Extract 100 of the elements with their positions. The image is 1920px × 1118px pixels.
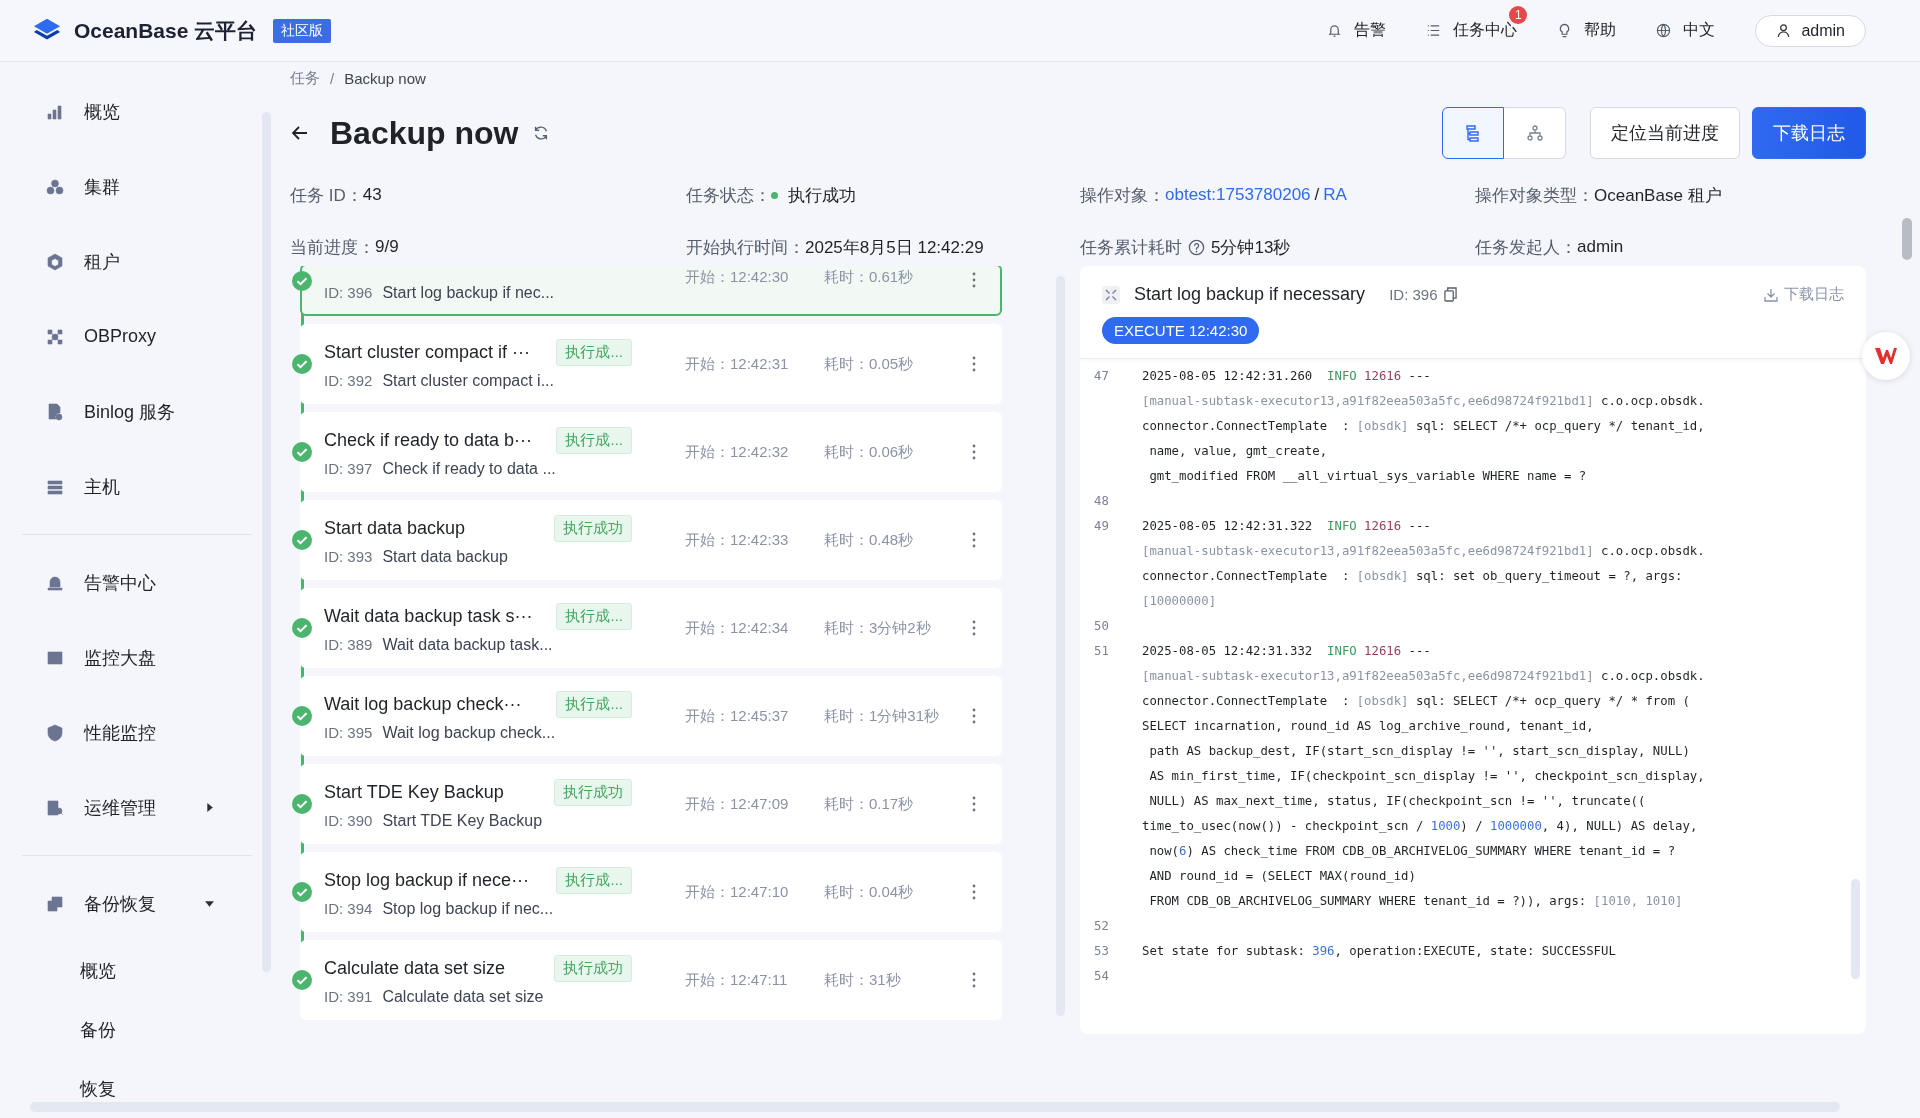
sidebar-item[interactable]: 性能监控 (0, 695, 230, 770)
scrollbar[interactable] (1902, 218, 1912, 260)
task-id: ID: 395 (324, 723, 373, 742)
task-id: ID: 394 (324, 899, 373, 918)
task-description: Start data backup (382, 547, 508, 566)
start-time: 开始：12:42:33 (685, 530, 790, 550)
locate-progress-button[interactable]: 定位当前进度 (1590, 107, 1740, 159)
start-time: 开始：12:42:32 (685, 442, 790, 462)
start-time: 开始：12:47:10 (685, 882, 790, 902)
duration: 耗时：31秒 (824, 970, 902, 990)
more-icon (972, 620, 976, 636)
log-text: 2025-08-05 12:42:31.332 INFO 12616 --- (1142, 643, 1432, 660)
field-value: 5分钟13秒 (1211, 236, 1291, 259)
task-id: ID: 393 (324, 547, 373, 566)
sidebar-item[interactable]: 监控大盘 (0, 620, 230, 695)
scrollbar[interactable] (1851, 879, 1860, 979)
log-text: time_to_usec(now()) - checkpoint_scn / 1000) / 1000000, 4), NULL) AS delay, (1142, 818, 1699, 835)
task-description: Stop log backup if nec... (382, 899, 554, 918)
sidebar-item[interactable]: 集群 (0, 149, 230, 224)
field-label: 任务 ID： (290, 184, 363, 207)
duration: 耗时：0.05秒 (824, 354, 915, 374)
user-icon (1776, 23, 1792, 38)
start-time: 开始：12:42:34 (685, 618, 790, 638)
status-tag: 执行成... (556, 338, 632, 366)
task-description: Start cluster compact i... (382, 371, 554, 390)
task-description: Start log backup if nec... (382, 284, 555, 302)
sidebar-subitem[interactable]: 恢复 (0, 1059, 116, 1118)
log-text: 2025-08-05 12:42:31.260 INFO 12616 --- (1142, 368, 1432, 385)
notification-badge: 1 (1509, 6, 1528, 24)
task-card[interactable]: Start data backup 执行成功 ID: 393 Start data backup 开始：12:42:33 耗时：0.48秒 (300, 500, 1002, 580)
download-log-button[interactable]: 下载日志 (1752, 107, 1866, 159)
sidebar-item[interactable]: 租户 (0, 224, 230, 299)
user-menu[interactable]: admin (1755, 14, 1866, 47)
task-card[interactable]: Stop log backup if nece··· 执行成... ID: 394 Stop log backup if nec... 开始：12:47:10 耗时：0.04秒 (300, 852, 1002, 932)
log-text: [manual-subtask-executor13,a91f82eea503a5fc,ee6d98724f921bd1] c.o.ocp.obsdk. (1142, 668, 1705, 685)
duration: 耗时：0.17秒 (824, 794, 915, 814)
page-title: Backup now (330, 114, 519, 152)
product-name: OceanBase 云平台 (74, 17, 258, 44)
task-id: ID: 396 (324, 284, 373, 302)
help-icon[interactable] (1188, 238, 1205, 256)
task-title: Start cluster compact if ··· (324, 341, 531, 363)
sidebar-item[interactable]: 备份恢复 (0, 866, 230, 941)
object-link[interactable]: RA (1323, 185, 1347, 205)
log-text: [manual-subtask-executor13,a91f82eea503a5fc,ee6d98724f921bd1] c.o.ocp.obsdk. (1142, 543, 1705, 560)
log-text: path AS backup_dest, IF(start_scn_display != '', start_scn_display, NULL) (1148, 743, 1691, 760)
sidebar-item[interactable]: 运维管理 (0, 770, 230, 845)
task-card[interactable]: Wait log backup check··· 执行成... ID: 395 Wait log backup check... 开始：12:45:37 耗时：1分钟31秒 (300, 676, 1002, 756)
breadcrumb-item[interactable]: 任务 (290, 68, 320, 88)
more-icon (972, 356, 976, 372)
field-label: 任务累计耗时 (1080, 236, 1182, 259)
sidebar-item[interactable]: 概览 (0, 74, 230, 149)
check-icon (291, 529, 313, 551)
field-label: 任务发起人： (1475, 236, 1577, 259)
task-title: Check if ready to data b··· (324, 429, 533, 451)
duration: 耗时：0.61秒 (824, 268, 915, 287)
task-card[interactable]: ID: 396 Start log backup if nec... 开始：12:42:30 耗时：0.61秒 (300, 266, 1002, 316)
status-tag: 执行成... (556, 602, 632, 630)
sidebar-item[interactable]: Binlog 服务 (0, 374, 230, 449)
object-link[interactable]: obtest:1753780206 (1165, 185, 1311, 205)
task-card[interactable]: Check if ready to data b··· 执行成... ID: 397 Check if ready to data ... 开始：12:42:32 耗时：0.06秒 (300, 412, 1002, 492)
line-number: 53 (1094, 943, 1110, 960)
task-card[interactable]: Calculate data set size 执行成功 ID: 391 Calculate data set size 开始：12:47:11 耗时：31秒 (300, 940, 1002, 1020)
check-icon (291, 353, 313, 375)
field-value: OceanBase 租户 (1594, 184, 1722, 207)
task-card[interactable]: Start TDE Key Backup 执行成功 ID: 390 Start TDE Key Backup 开始：12:47:09 耗时：0.17秒 (300, 764, 1002, 844)
log-text: [manual-subtask-executor13,a91f82eea503a5fc,ee6d98724f921bd1] c.o.ocp.obsdk. (1142, 393, 1705, 410)
field-value: 43 (362, 185, 382, 205)
task-card[interactable]: Start cluster compact if ··· 执行成... ID: 392 Start cluster compact i... 开始：12:42:31 耗时：0.05秒 (300, 324, 1002, 404)
sidebar-subitem[interactable]: 概览 (0, 941, 116, 1000)
download-icon (1764, 287, 1778, 302)
list-view-button[interactable] (1442, 107, 1504, 159)
sidebar-item[interactable]: 主机 (0, 449, 230, 524)
nav-item[interactable]: 中文 (1656, 20, 1716, 41)
duration: 耗时：0.06秒 (824, 442, 915, 462)
task-card[interactable]: Wait data backup task s··· 执行成... ID: 389 Wait data backup task... 开始：12:42:34 耗时：3分钟2秒 (300, 588, 1002, 668)
extension-button[interactable] (1862, 332, 1910, 380)
check-icon (291, 617, 313, 639)
log-text: [10000000] (1142, 593, 1218, 610)
more-icon (972, 884, 976, 900)
start-time: 开始：12:47:11 (685, 970, 789, 990)
log-text: AS min_first_time, IF(checkpoint_scn_display != '', checkpoint_scn_display, (1148, 768, 1705, 785)
task-title: Wait log backup check··· (324, 693, 522, 715)
sidebar-item[interactable]: 告警中心 (0, 545, 230, 620)
line-number: 52 (1094, 918, 1110, 935)
duration: 耗时：1分钟31秒 (824, 706, 941, 726)
edition-tag: 社区版 (273, 18, 332, 43)
log-text: connector.ConnectTemplate : [obsdk] sql: set ob_query_timeout = ?, args: (1142, 568, 1684, 585)
task-id: ID: 392 (324, 371, 373, 390)
task-description: Wait log backup check... (382, 723, 556, 742)
field-label: 操作对象类型： (1475, 184, 1594, 207)
collapse-icon[interactable] (1102, 285, 1120, 304)
nav-item[interactable]: 告警 (1327, 20, 1387, 41)
more-icon (972, 272, 976, 288)
copy-icon[interactable] (1443, 287, 1457, 302)
globe-icon (1656, 23, 1672, 38)
execution-tag: EXECUTE 12:42:30 (1102, 317, 1260, 344)
nav-item[interactable]: 帮助 (1557, 20, 1617, 41)
task-description: Calculate data set size (382, 987, 544, 1006)
sidebar-item[interactable]: OBProxy (0, 299, 230, 374)
sidebar-subitem[interactable]: 备份 (0, 1000, 116, 1059)
